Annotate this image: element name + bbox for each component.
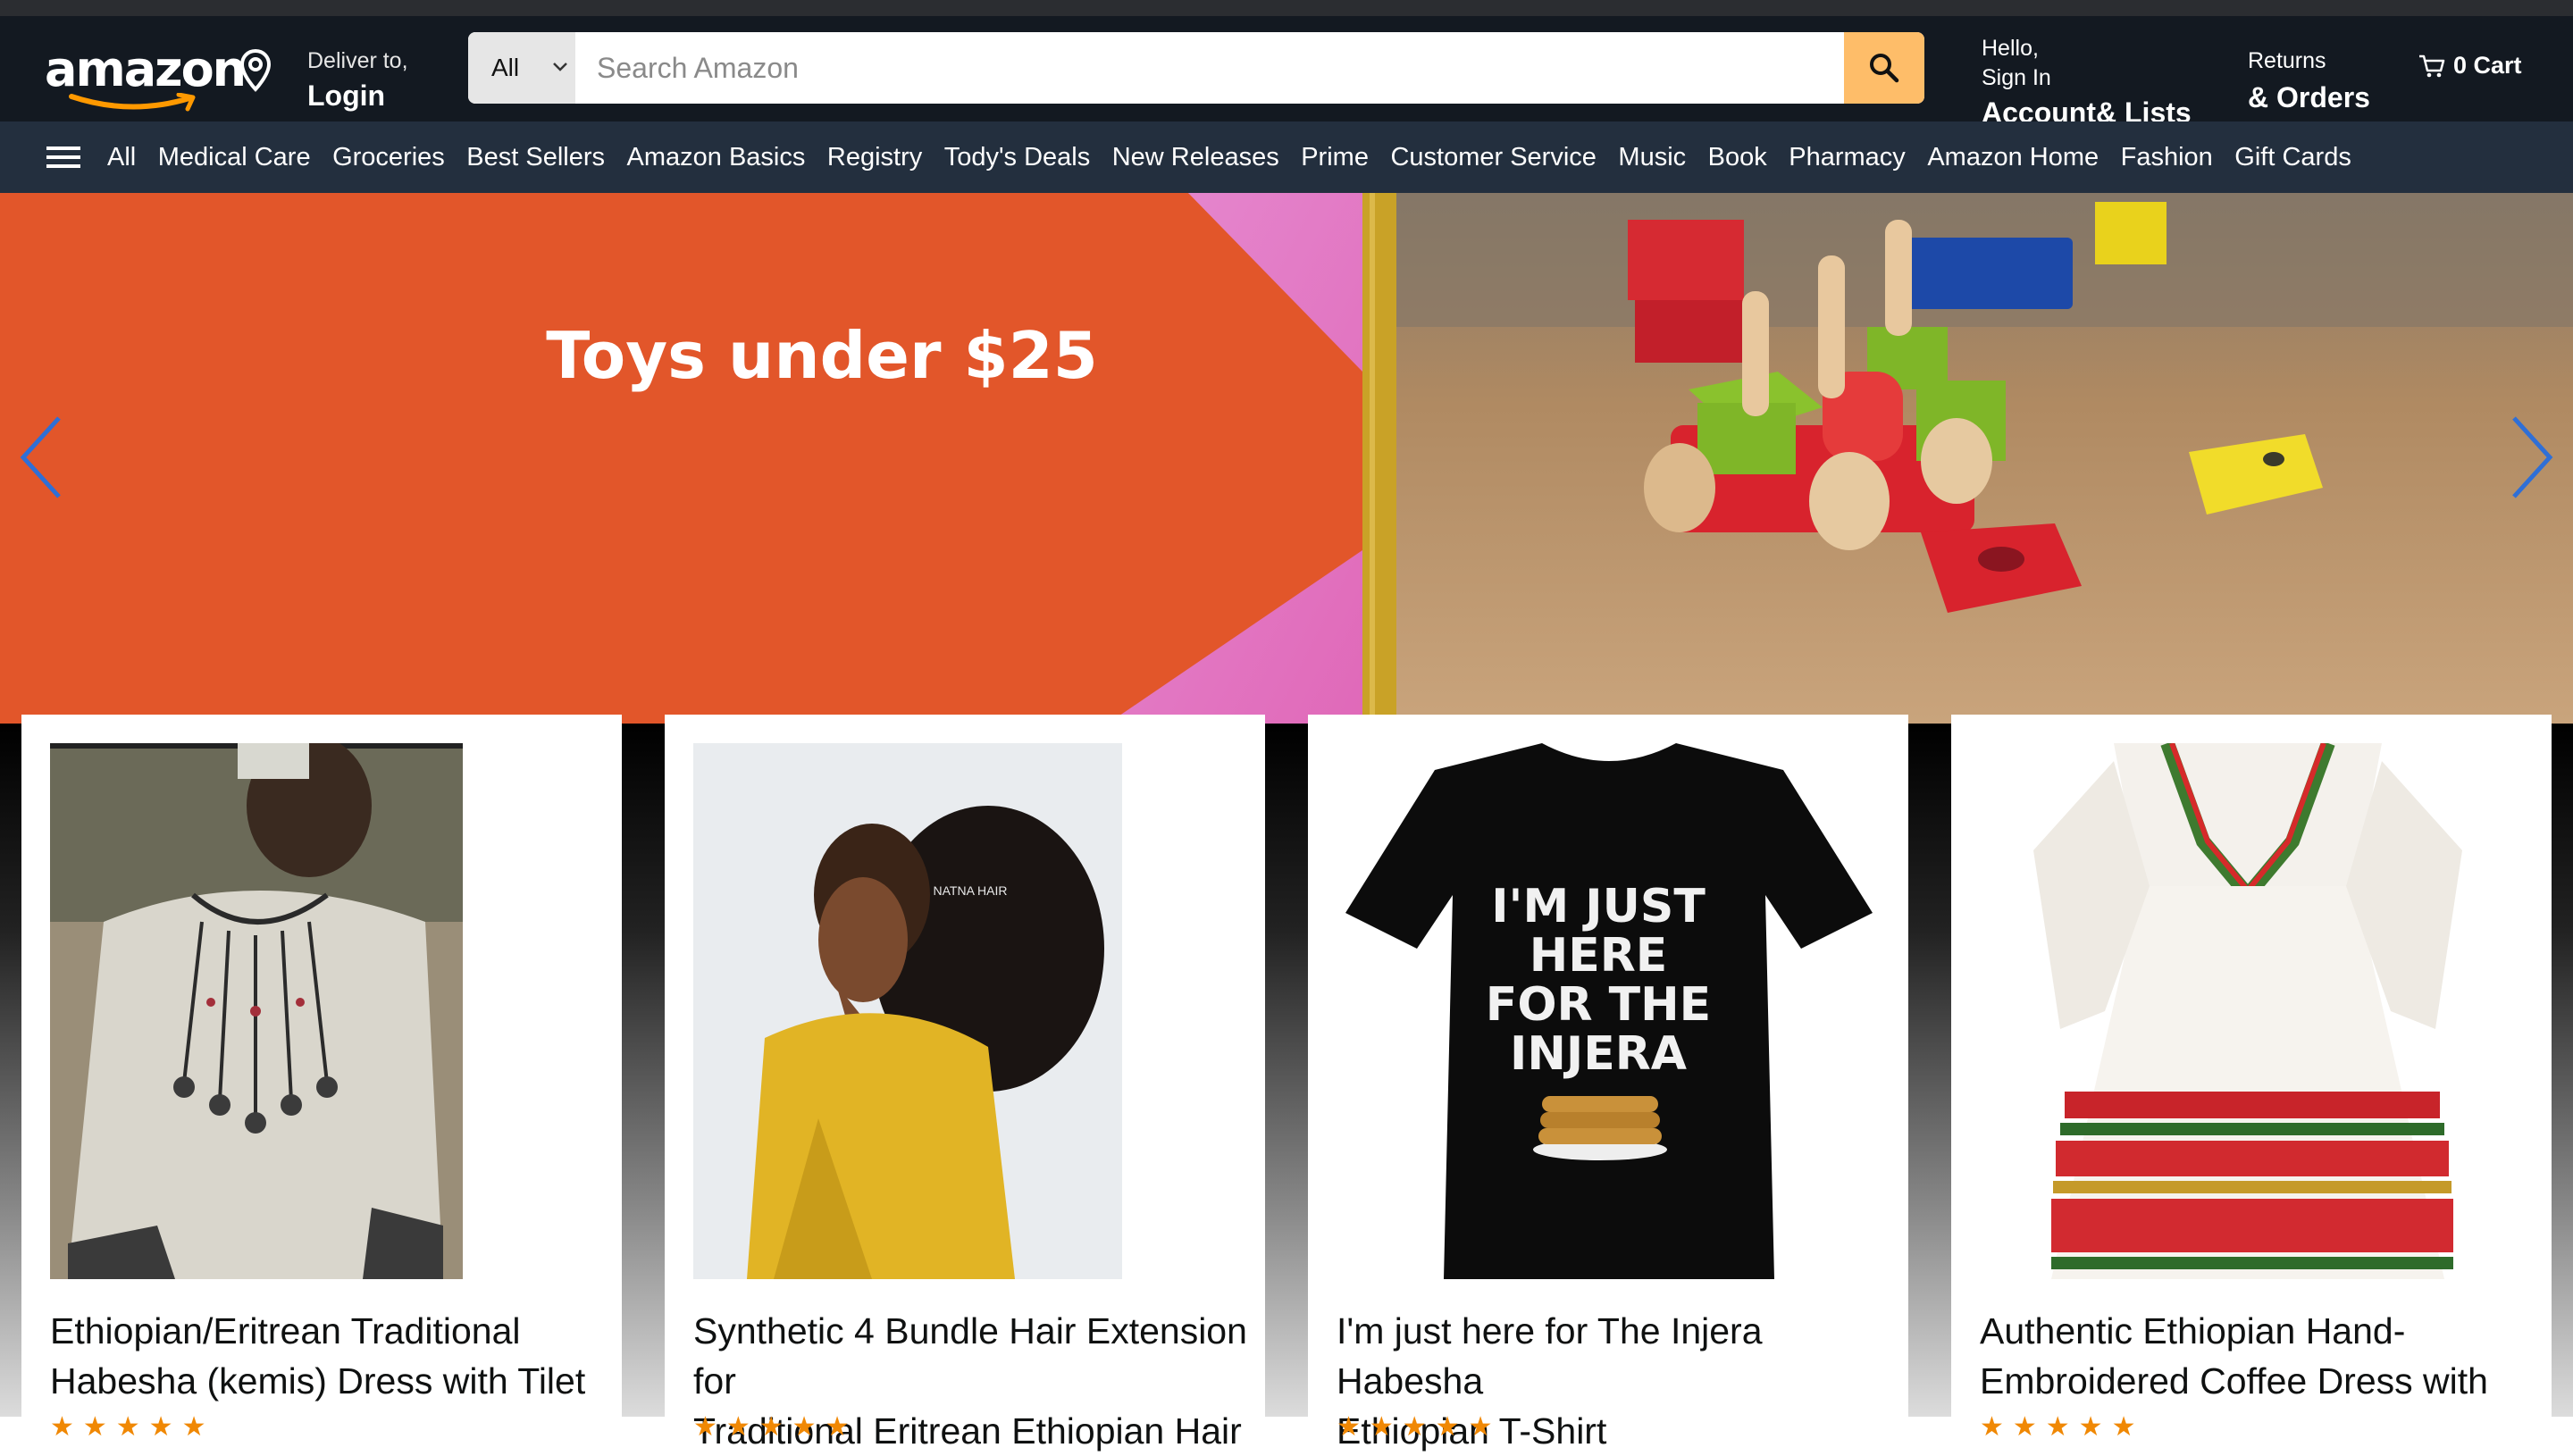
search-category-select[interactable]: All xyxy=(468,32,575,104)
hero-banner-image xyxy=(0,193,2573,724)
star-rating[interactable]: ★★★★★ xyxy=(1980,1411,2144,1443)
returns-orders-link[interactable]: Returns & Orders xyxy=(2248,32,2370,114)
nav-item-amazon-basics[interactable]: Amazon Basics xyxy=(627,143,806,172)
hero-carousel[interactable]: Toys under $25 xyxy=(0,193,2573,724)
product-image[interactable]: NATNA HAIR xyxy=(693,743,1122,1279)
coffee-dress-image xyxy=(1980,743,2525,1279)
product-card[interactable]: Ethiopian/Eritrean Traditional Habesha (… xyxy=(21,715,622,1442)
returns-label: Returns xyxy=(2248,48,2326,73)
hello-label: Hello, xyxy=(1982,36,2039,61)
natna-hair-watermark: NATNA HAIR xyxy=(934,883,1008,898)
nav-item-customer-service[interactable]: Customer Service xyxy=(1390,143,1596,172)
search-button[interactable] xyxy=(1844,32,1924,104)
product-title-line1: Authentic Ethiopian Hand- xyxy=(1980,1310,2406,1351)
injera-tshirt-image: I'M JUST HERE FOR THE INJERA xyxy=(1337,743,1882,1279)
cart-link[interactable]: 0 Cart xyxy=(2418,52,2522,79)
product-image[interactable] xyxy=(1980,743,2525,1279)
nav-item-pharmacy[interactable]: Pharmacy xyxy=(1789,143,1906,172)
product-card[interactable]: Authentic Ethiopian Hand- Embroidered Co… xyxy=(1951,715,2552,1442)
shirt-text-line3: FOR THE xyxy=(1486,978,1711,1032)
smile-arrow-icon xyxy=(69,93,196,112)
cart-count-label: 0 Cart xyxy=(2453,52,2522,79)
nav-item-registry[interactable]: Registry xyxy=(827,143,922,172)
nav-item-book[interactable]: Book xyxy=(1708,143,1767,172)
nav-item-todays-deals[interactable]: Tody's Deals xyxy=(944,143,1091,172)
star-rating[interactable]: ★★★★★ xyxy=(693,1411,858,1443)
nav-item-all[interactable]: All xyxy=(107,143,136,172)
star-rating[interactable]: ★★★★★ xyxy=(1337,1411,1501,1443)
logo-text: amazon xyxy=(45,41,247,97)
product-title-line1: Ethiopian/Eritrean Traditional xyxy=(50,1310,521,1351)
shirt-text-line2: HERE xyxy=(1530,929,1668,983)
nav-item-new-releases[interactable]: New Releases xyxy=(1112,143,1279,172)
amazon-logo[interactable]: amazon xyxy=(45,36,247,112)
carousel-next-arrow-icon[interactable] xyxy=(2505,413,2559,502)
nav-item-fashion[interactable]: Fashion xyxy=(2121,143,2213,172)
product-title[interactable]: Authentic Ethiopian Hand- Embroidered Co… xyxy=(1980,1306,2560,1406)
nav-item-best-sellers[interactable]: Best Sellers xyxy=(466,143,605,172)
sign-in-label: Sign In xyxy=(1982,65,2051,90)
account-lists-menu[interactable]: Hello, Sign In Account& Lists xyxy=(1982,20,2192,130)
product-card[interactable]: I'M JUST HERE FOR THE INJERA I'm just he… xyxy=(1308,715,1908,1452)
product-image[interactable]: I'M JUST HERE FOR THE INJERA xyxy=(1337,743,1882,1279)
nav-item-music[interactable]: Music xyxy=(1618,143,1686,172)
product-image[interactable] xyxy=(50,743,463,1279)
product-card[interactable]: NATNA HAIR Synthetic 4 Bundle Hair Exten… xyxy=(665,715,1265,1452)
hair-extension-image: NATNA HAIR xyxy=(693,743,1122,1279)
deliver-login-label: Login xyxy=(307,79,386,112)
search-category-label: All xyxy=(491,54,520,81)
product-title-line1: Synthetic 4 Bundle Hair Extension for xyxy=(693,1310,1247,1402)
product-title-line2: Habesha (kemis) Dress with Tilet xyxy=(50,1360,586,1402)
shirt-text-line1: I'M JUST xyxy=(1491,880,1706,933)
deliver-label: Deliver to, xyxy=(307,48,408,73)
nav-item-gift-cards[interactable]: Gift Cards xyxy=(2234,143,2351,172)
search-icon xyxy=(1870,54,1899,83)
search-input[interactable] xyxy=(575,32,1808,104)
nav-item-prime[interactable]: Prime xyxy=(1301,143,1369,172)
hamburger-menu-icon[interactable] xyxy=(46,143,80,172)
nav-item-medical-care[interactable]: Medical Care xyxy=(158,143,311,172)
shirt-text-line4: INJERA xyxy=(1510,1027,1687,1081)
site-header: amazon Deliver to, Login All Hello, S xyxy=(0,16,2573,129)
location-pin-icon xyxy=(239,48,272,92)
hero-title: Toys under $25 xyxy=(546,318,1098,393)
carousel-prev-arrow-icon[interactable] xyxy=(14,413,68,502)
browser-top-strip xyxy=(0,0,2573,16)
product-title-line1: I'm just here for The Injera Habesha xyxy=(1337,1310,1763,1402)
nav-item-groceries[interactable]: Groceries xyxy=(332,143,445,172)
deliver-to-link[interactable]: Deliver to, Login xyxy=(307,32,408,113)
habesha-kemis-image xyxy=(50,743,463,1279)
category-nav-bar: All Medical Care Groceries Best Sellers … xyxy=(0,121,2573,193)
cart-icon xyxy=(2419,54,2445,77)
star-rating[interactable]: ★★★★★ xyxy=(50,1411,214,1443)
chevron-down-icon xyxy=(553,63,567,71)
product-title-line2: Embroidered Coffee Dress with xyxy=(1980,1360,2488,1402)
search-bar: All xyxy=(468,32,1924,104)
orders-label: & Orders xyxy=(2248,81,2370,113)
product-title[interactable]: Ethiopian/Eritrean Traditional Habesha (… xyxy=(50,1306,631,1406)
nav-list: All Medical Care Groceries Best Sellers … xyxy=(107,121,2373,193)
nav-item-amazon-home[interactable]: Amazon Home xyxy=(1927,143,2099,172)
